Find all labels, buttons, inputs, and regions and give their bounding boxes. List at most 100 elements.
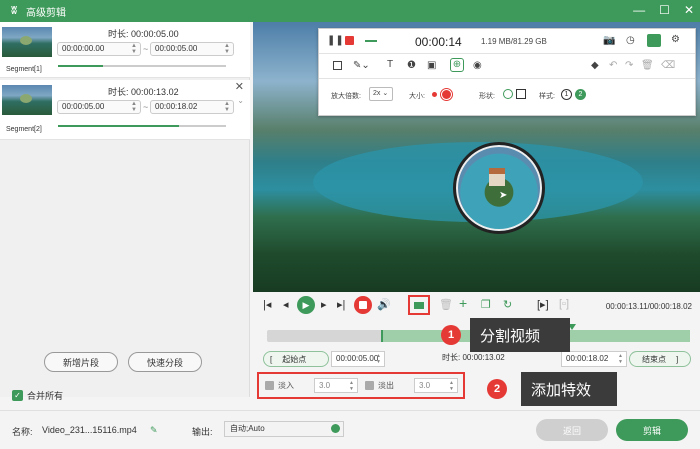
zoom-select[interactable]: 2x ⌄ xyxy=(369,87,393,101)
skip-end-icon[interactable]: ▸| xyxy=(337,298,345,311)
segment-start-input[interactable]: 00:00:00.00 ▲ ▼ xyxy=(57,42,141,56)
style-option-2[interactable]: 2 xyxy=(575,89,586,100)
play-button[interactable]: ▶ xyxy=(297,296,315,314)
stop-button[interactable] xyxy=(354,296,372,314)
output-label: 输出: xyxy=(192,427,213,437)
segment-item-2[interactable]: Segment[2] 时长: 00:00:13.02 00:00:05.00 ▲ ▼… xyxy=(0,80,250,140)
pen-tool-icon[interactable]: ✎⌄ xyxy=(353,60,370,71)
edit-name-icon[interactable]: ✎ xyxy=(150,425,158,436)
delete-icon[interactable]: 🗑 xyxy=(641,60,654,71)
mark-out-icon[interactable]: [▫] xyxy=(559,298,569,310)
segment-thumbnail xyxy=(2,27,52,57)
step-tool-icon[interactable]: ❶ xyxy=(407,60,416,71)
end-time-input[interactable]: 00:00:18.02 ▲ ▼ xyxy=(561,351,627,367)
add-clip-icon[interactable]: + xyxy=(459,295,467,311)
eraser-icon[interactable]: ◆ xyxy=(591,60,599,71)
set-start-button[interactable]: [起始点 xyxy=(263,351,329,367)
fade-out-input[interactable]: 3.0 ▲ ▼ xyxy=(414,378,458,393)
split-icon xyxy=(414,302,424,309)
back-button[interactable]: 返回 xyxy=(536,419,608,441)
fade-in-input[interactable]: 3.0 ▲ ▼ xyxy=(314,378,358,393)
start-time-input[interactable]: 00:00:05.00 ▲ ▼ xyxy=(331,351,385,367)
delete-clip-icon[interactable]: 🗑 xyxy=(439,298,453,311)
range-row: [起始点 00:00:05.00 ▲ ▼ 时长: 00:00:13.02 00:00… xyxy=(263,351,693,367)
segment-panel: Segment[1] 时长: 00:00:05.00 00:00:00.00 ▲ ▼… xyxy=(0,22,250,401)
recording-time: 00:00:14 xyxy=(415,35,462,49)
segment-item-1[interactable]: Segment[1] 时长: 00:00:05.00 00:00:00.00 ▲ ▼… xyxy=(0,22,250,78)
playback-timecode: 00:00:13.11/00:00:18.02 xyxy=(605,302,692,311)
pause-icon[interactable]: ❚❚ xyxy=(327,35,344,46)
gear-icon[interactable]: ⚙ xyxy=(671,34,680,45)
rectangle-tool-icon[interactable] xyxy=(333,61,342,70)
app-logo-icon: ʬ xyxy=(11,5,17,17)
file-name: Video_231...15116.mp4 xyxy=(42,425,137,435)
name-label: 名称: xyxy=(12,427,33,437)
spin-arrows-icon[interactable]: ▲ ▼ xyxy=(376,353,381,365)
callout-add-effects: 添加特效 xyxy=(521,372,617,406)
spin-arrows-icon[interactable]: ▲ ▼ xyxy=(618,353,623,365)
spin-arrows-icon[interactable]: ▲ ▼ xyxy=(224,43,230,55)
island-church xyxy=(489,168,505,186)
checkbox-checked-icon[interactable]: ✓ xyxy=(12,390,23,401)
range-duration: 时长: 00:00:13.02 xyxy=(442,353,505,362)
size-large-option[interactable] xyxy=(442,90,451,99)
volume-icon[interactable]: 🔊 xyxy=(377,298,391,311)
segment-duration: 时长: 00:00:13.02 xyxy=(108,87,179,97)
set-end-button[interactable]: 结束点] xyxy=(629,351,691,367)
record-stop-icon[interactable] xyxy=(345,36,354,45)
spin-arrows-icon[interactable]: ▲ ▼ xyxy=(131,101,137,113)
image-tool-icon[interactable]: ▣ xyxy=(427,60,436,71)
segment-thumbnail xyxy=(2,85,52,115)
add-segment-button[interactable]: 新增片段 xyxy=(44,352,118,372)
fade-in-checkbox[interactable]: 淡入 xyxy=(265,380,294,391)
minimize-bar-icon[interactable] xyxy=(365,40,377,42)
delete-segment-icon[interactable]: ✕ xyxy=(235,80,244,93)
size-small-option[interactable] xyxy=(432,92,437,97)
spin-arrows-icon[interactable]: ▲ ▼ xyxy=(131,43,137,55)
segment-end-input[interactable]: 00:00:18.02 ▲ ▼ xyxy=(150,100,234,114)
merge-all-checkbox[interactable]: ✓ 合并所有 xyxy=(12,389,63,402)
step-forward-icon[interactable]: ▸ xyxy=(321,298,327,311)
window-title: 高级剪辑 xyxy=(26,7,66,19)
spin-arrows-icon[interactable]: ▲ ▼ xyxy=(349,380,354,392)
step-back-icon[interactable]: ◂ xyxy=(283,298,289,311)
undo-icon[interactable]: ↶ xyxy=(609,60,617,71)
shape-label: 形状: xyxy=(479,93,495,100)
toolbox-icon[interactable] xyxy=(647,34,661,47)
spotlight-tool-icon[interactable]: ◉ xyxy=(473,60,482,71)
camera-icon[interactable]: 📷 xyxy=(603,35,615,46)
segment-name: Segment[1] xyxy=(6,66,42,73)
segment-progress xyxy=(58,65,226,67)
minimize-icon[interactable]: — xyxy=(633,3,645,17)
cut-button[interactable]: 剪辑 xyxy=(616,419,688,441)
split-video-button[interactable] xyxy=(408,295,430,315)
maximize-icon[interactable]: ☐ xyxy=(659,3,670,17)
text-tool-icon[interactable]: T xyxy=(387,59,393,70)
circle-shape-option[interactable] xyxy=(503,89,513,99)
square-shape-option[interactable] xyxy=(516,89,526,99)
copy-clip-icon[interactable]: ❐ xyxy=(481,298,491,311)
segment-end-input[interactable]: 00:00:05.00 ▲ ▼ xyxy=(150,42,234,56)
chevron-down-icon[interactable]: ⌄ xyxy=(237,96,244,105)
skip-start-icon[interactable]: |◂ xyxy=(263,298,271,311)
mark-in-icon[interactable]: [▸] xyxy=(537,298,549,311)
magnifier-lens xyxy=(453,142,545,234)
magnifier-tool-icon[interactable]: ⊕ xyxy=(450,58,464,72)
output-select[interactable]: 自动;Auto xyxy=(224,421,344,437)
clock-icon[interactable]: ◷ xyxy=(626,35,635,46)
spin-arrows-icon[interactable]: ▲ ▼ xyxy=(449,380,454,392)
reset-icon[interactable]: ↻ xyxy=(503,298,512,311)
quick-split-button[interactable]: 快速分段 xyxy=(128,352,202,372)
gear-icon[interactable] xyxy=(331,424,340,433)
close-icon[interactable]: ✕ xyxy=(684,3,694,17)
title-bar: ʬ 高级剪辑 — ☐ ✕ xyxy=(0,0,700,22)
fade-out-checkbox[interactable]: 淡出 xyxy=(365,380,394,391)
callout-badge-2: 2 xyxy=(487,379,507,399)
segment-start-input[interactable]: 00:00:05.00 ▲ ▼ xyxy=(57,100,141,114)
style-option-1[interactable]: 1 xyxy=(561,89,572,100)
spin-arrows-icon[interactable]: ▲ ▼ xyxy=(224,101,230,113)
cursor-icon: ➤ xyxy=(499,190,508,201)
redo-icon[interactable]: ↷ xyxy=(625,60,633,71)
clear-icon[interactable]: ⌫ xyxy=(661,60,675,71)
size-label: 大小: xyxy=(409,93,425,100)
